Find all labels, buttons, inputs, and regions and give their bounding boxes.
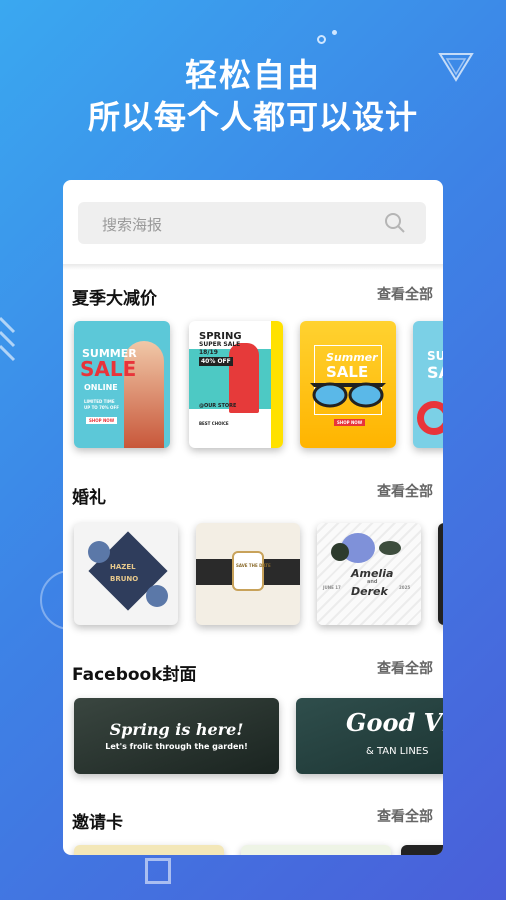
view-all-summer-sale[interactable]: 查看全部 [377, 284, 433, 304]
template-thumbnail[interactable]: Amelia and Derek JUNE 17 2025 [317, 523, 421, 625]
template-text: Spring is here! [109, 720, 244, 739]
template-text: Derek [351, 585, 388, 598]
template-thumbnail[interactable]: SPRING SUPER SALE 18/19 40% OFF @OUR STO… [189, 321, 283, 448]
template-thumbnail[interactable] [74, 845, 224, 855]
template-text: SHOP NOW [334, 419, 366, 426]
template-text: 40% OFF [199, 357, 233, 366]
template-text: Good Vibe [346, 708, 443, 737]
template-text: SHOP NOW [86, 417, 118, 424]
search-icon[interactable] [384, 212, 406, 234]
template-text: @OUR STORE [199, 403, 237, 409]
template-thumbnail[interactable] [241, 845, 391, 855]
template-text: 18/19 [199, 349, 218, 356]
template-thumbnail[interactable]: SUMMER SALE ONLINE LIMITED TIME UP TO 70… [74, 321, 170, 448]
section-title-wedding: 婚礼 [72, 488, 106, 508]
section-title-invitation: 邀请卡 [72, 813, 123, 833]
decorative-ring [317, 35, 326, 44]
template-text: JUNE 17 [323, 585, 341, 590]
template-browser-card: 搜索海报 夏季大减价 查看全部 SUMMER SALE ONLINE LIMIT… [63, 180, 443, 855]
decorative-dot [332, 30, 337, 35]
divider [63, 264, 443, 270]
view-all-facebook-cover[interactable]: 查看全部 [377, 658, 433, 678]
template-text: 2025 [399, 585, 411, 590]
template-text: SUPER SALE [199, 341, 241, 348]
template-text: LIMITED TIME [84, 399, 115, 404]
view-all-invitation[interactable]: 查看全部 [377, 806, 433, 826]
template-thumbnail[interactable]: HAZEL BRUNO [74, 523, 178, 625]
template-text: HAZEL [110, 563, 136, 571]
decorative-lines [0, 316, 16, 362]
template-thumbnail[interactable]: Spring is here! Let's frolic through the… [74, 698, 279, 774]
template-text: SALE [80, 357, 137, 381]
template-text: & TAN LINES [366, 746, 429, 757]
section-title-summer-sale: 夏季大减价 [72, 289, 157, 309]
search-input[interactable]: 搜索海报 [102, 214, 162, 235]
template-text: Let's frolic through the garden! [105, 742, 248, 751]
template-thumbnail[interactable] [401, 845, 443, 855]
template-text: BEST CHOICE [199, 421, 229, 426]
hero-title: 轻松自由 [184, 56, 321, 94]
template-thumbnail[interactable]: SAVE THE DATE [196, 523, 300, 625]
section-title-facebook-cover: Facebook封面 [72, 665, 197, 685]
search-bar[interactable]: 搜索海报 [78, 202, 426, 244]
template-thumbnail[interactable]: Good Vibe & TAN LINES [296, 698, 443, 774]
template-thumbnail[interactable]: SU SA [413, 321, 443, 448]
template-thumbnail[interactable] [438, 523, 443, 625]
decorative-square [145, 858, 171, 884]
template-text: UP TO 70% OFF [84, 405, 119, 410]
template-thumbnail[interactable]: Summer SALE SHOP NOW [300, 321, 396, 448]
view-all-wedding[interactable]: 查看全部 [377, 481, 433, 501]
template-text: SU [427, 349, 443, 363]
sunglasses-icon [310, 382, 386, 408]
template-text: ONLINE [84, 383, 118, 392]
template-text: BRUNO [110, 575, 139, 583]
template-text: SAVE THE DATE [236, 563, 271, 568]
hero-subtitle: 所以每个人都可以设计 [87, 98, 418, 136]
template-text: SA [427, 363, 443, 382]
